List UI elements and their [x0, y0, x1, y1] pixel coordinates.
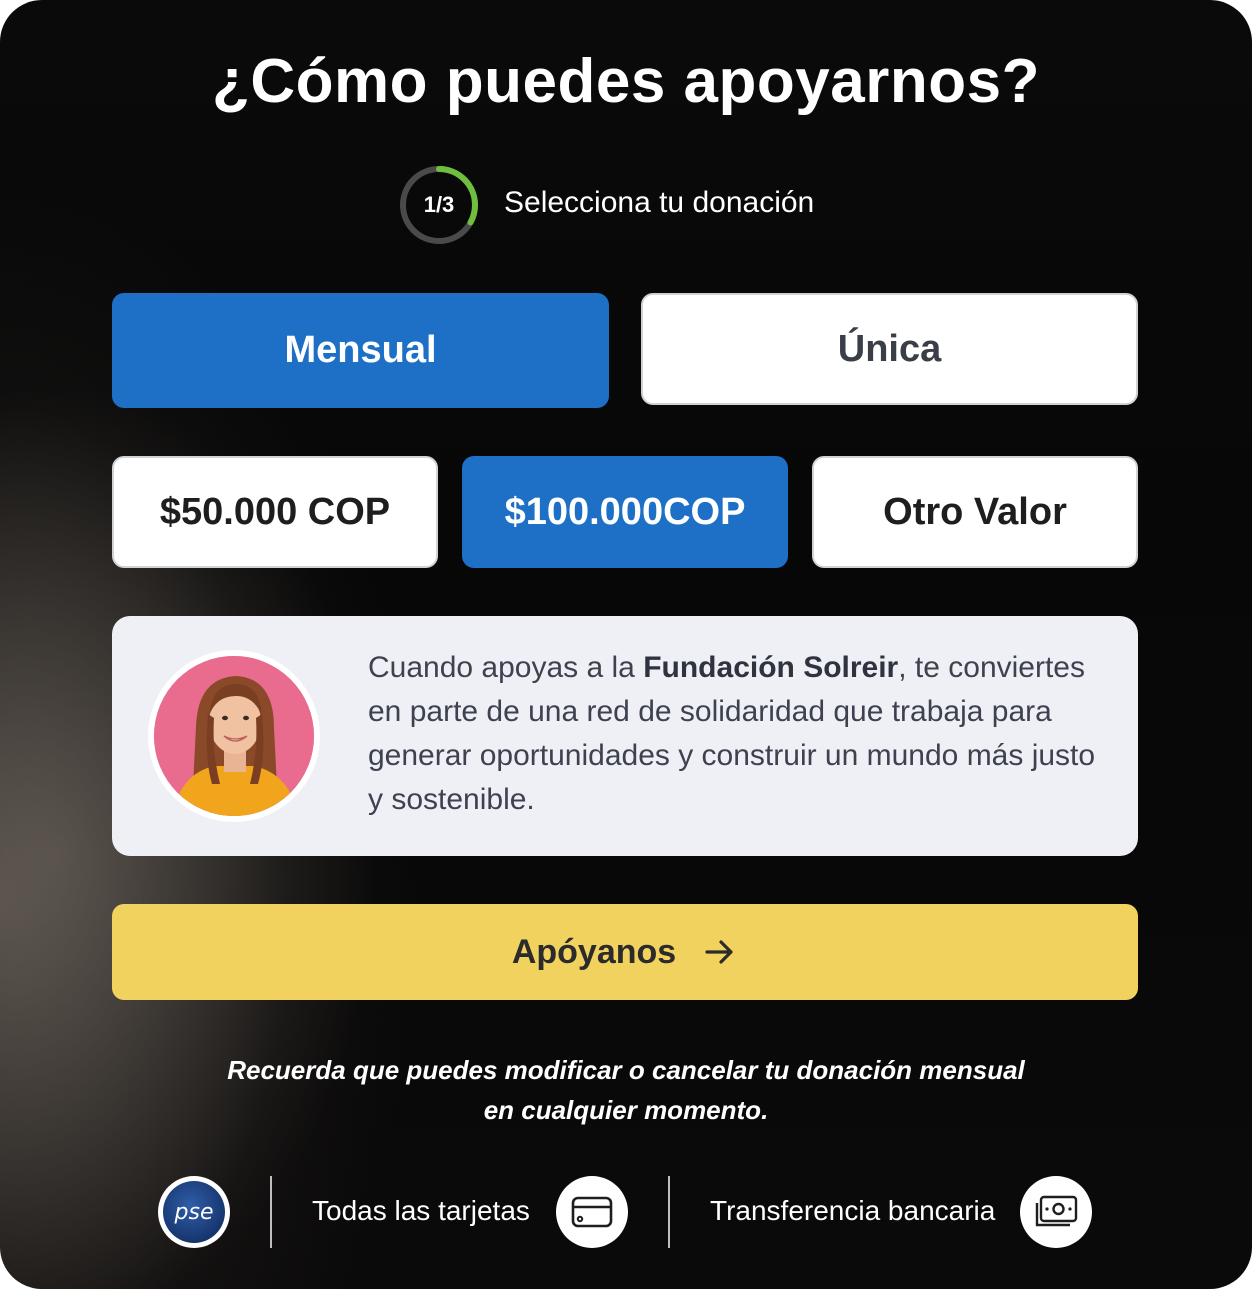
bank-transfer-badge: [1020, 1176, 1092, 1248]
info-panel: Cuando apoyas a la Fundación Solreir, te…: [112, 616, 1138, 856]
organization-name: Fundación Solreir: [643, 651, 899, 684]
pse-logo: pse: [158, 1176, 230, 1248]
credit-card-badge: [556, 1176, 628, 1248]
divider: [270, 1176, 272, 1248]
credit-card-icon: [571, 1196, 613, 1228]
frequency-once-button[interactable]: Única: [641, 293, 1138, 405]
page-title: ¿Cómo puedes apoyarnos?: [212, 47, 1040, 116]
divider: [668, 1176, 670, 1248]
cards-label: Todas las tarjetas: [312, 1195, 530, 1226]
info-text: Cuando apoyas a la Fundación Solreir, te…: [368, 646, 1118, 822]
step-label: Selecciona tu donación: [504, 186, 815, 219]
note-line-1: Recuerda que puedes modificar o cancelar…: [227, 1055, 1025, 1085]
frequency-monthly-button[interactable]: Mensual: [112, 293, 609, 408]
step-progress-ring: 1/3: [398, 164, 480, 246]
person-photo: [154, 656, 314, 816]
pse-logo-mark: pse: [163, 1181, 225, 1243]
support-button[interactable]: Apóyanos: [112, 904, 1138, 1000]
amount-50000-button[interactable]: $50.000 COP: [112, 456, 438, 568]
banknote-icon: [1035, 1195, 1078, 1227]
amount-other-button[interactable]: Otro Valor: [812, 456, 1138, 568]
cancellation-note: Recuerda que puedes modificar o cancelar…: [0, 1050, 1252, 1130]
step-counter: 1/3: [423, 192, 455, 217]
avatar: [148, 650, 320, 822]
support-button-label: Apóyanos: [511, 932, 677, 971]
donation-card: ¿Cómo puedes apoyarnos? 1/3 Selecciona t…: [0, 0, 1252, 1289]
amount-100000-button[interactable]: $100.000COP: [462, 456, 788, 568]
note-line-2: en cualquier momento.: [483, 1095, 769, 1125]
bank-transfer-label: Transferencia bancaria: [710, 1195, 996, 1226]
info-text-intro: Cuando apoyas a la: [368, 651, 644, 684]
arrow-right-icon: [705, 940, 733, 964]
